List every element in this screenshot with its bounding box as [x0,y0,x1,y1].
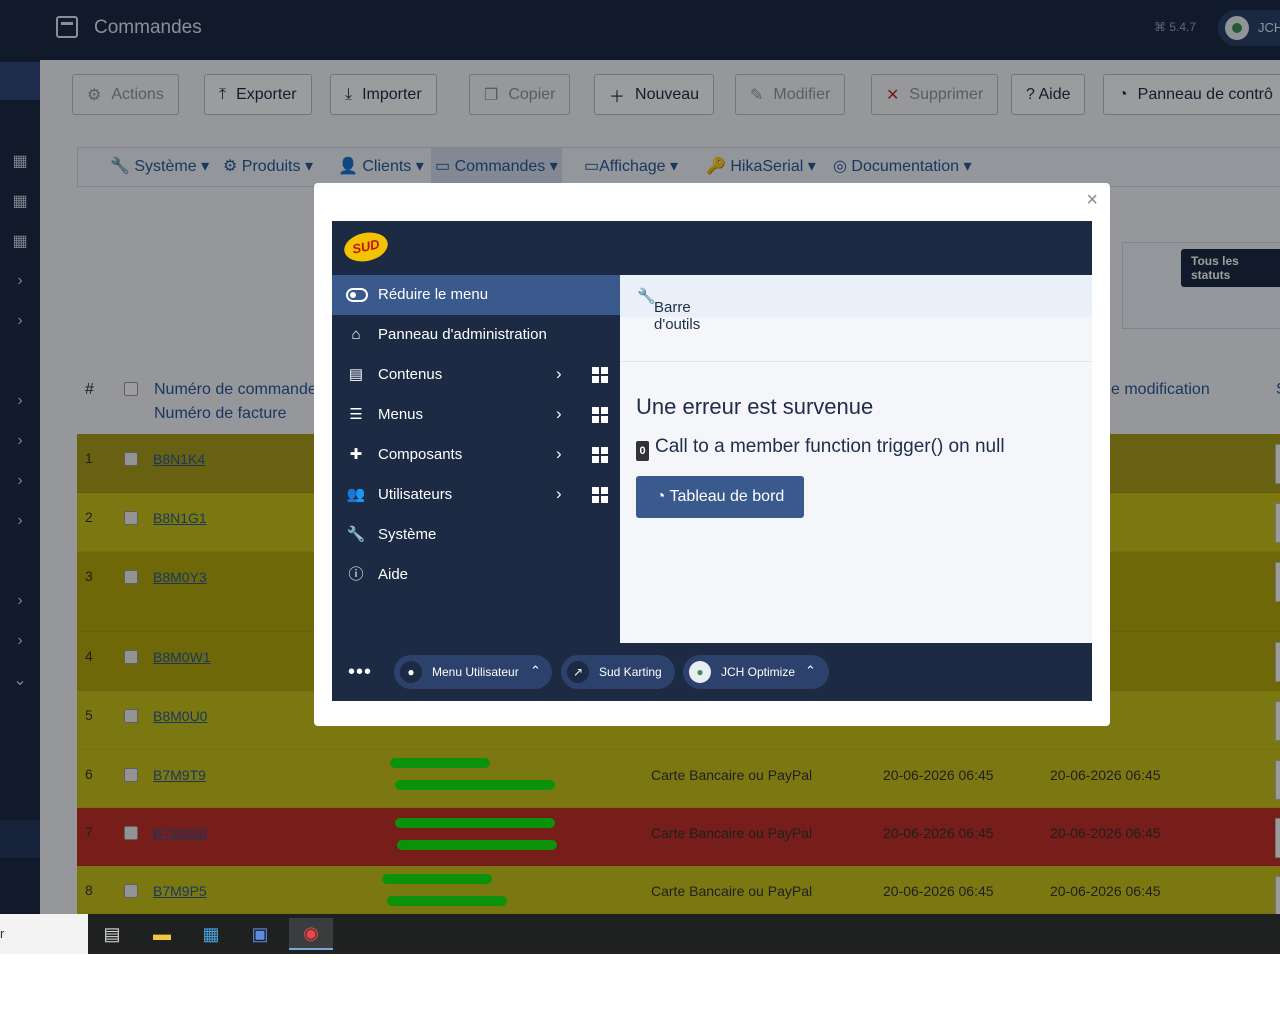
site-logo: SUD [341,228,391,266]
chevron-up-icon: ⌃ [530,663,541,678]
grid-icon[interactable] [592,487,608,503]
sidebar-item-label: Panneau d'administration [378,326,547,343]
sidebar-item[interactable]: ⌂ Panneau d'administration [332,315,620,355]
error-code: 0 [636,441,649,461]
toggle-icon [346,288,368,302]
file-explorer-icon[interactable]: ▬ [142,918,182,950]
sidebar-item[interactable]: ▤ Contenus › [332,355,620,395]
file-icon: ▤ [348,366,364,383]
error-modal: × SUD Réduire le menu ⌂ Panneau d'administ… [314,183,1110,726]
grid-icon[interactable] [592,407,608,423]
task-view-icon[interactable]: ▤ [92,918,132,950]
dashboard-button[interactable]: ◔ Tableau de bord [636,476,804,518]
info-icon: ⓘ [348,566,364,583]
error-content: Une erreur est survenue 0 Call to a membe… [620,361,1092,643]
screen: ▦ ▦ ▦ › › › › › › › › ⌄ Commandes ⌘ 5.4.… [0,0,1280,954]
admin-sidebar: SUD Réduire le menu ⌂ Panneau d'administra… [332,221,620,643]
user-menu-label: Menu Utilisateur [432,665,519,679]
users-icon: 👥 [346,486,366,503]
sidebar-item[interactable]: ☰ Menus › [332,395,620,435]
error-message-text: Call to a member function trigger() on n… [655,436,1005,457]
sidebar-item[interactable]: 🔧 Système [332,515,620,555]
sidebar-item-label: Aide [378,566,409,583]
user-icon: ● [400,661,422,683]
jch-icon: ● [689,661,711,683]
chrome-icon[interactable]: ◉ [289,918,333,950]
puzzle-icon: ✚ [349,446,363,463]
grid-icon[interactable] [592,447,608,463]
sidebar-item-label: Réduire le menu [378,286,489,303]
app-icon[interactable]: ▣ [240,918,280,950]
sidebar-item[interactable]: Réduire le menu [332,275,620,315]
chevron-up-icon: ⌃ [805,663,816,678]
chevron-right-icon[interactable]: › [556,364,562,384]
jch-optimize-label: JCH Optimize [721,665,796,679]
modal-frame: SUD Réduire le menu ⌂ Panneau d'administra… [332,221,1092,701]
sidebar-item[interactable]: ✚ Composants › [332,435,620,475]
toolbar-bar: Barre d'outils 🔧 [620,275,1092,333]
site-button[interactable]: ↗ Sud Karting [561,655,675,689]
sidebar-item-label: Utilisateurs [378,486,453,503]
user-menu-button[interactable]: ● Menu Utilisateur ⌃ [394,655,552,689]
more-icon[interactable]: ••• [348,661,372,684]
admin-footer: ••• ● Menu Utilisateur ⌃ ↗ Sud Karting ● JCH… [332,643,1092,701]
admin-header [620,221,1092,275]
sidebar-item-label: Système [378,526,437,543]
grid-icon[interactable] [592,367,608,383]
taskbar: r ▤ ▬ ▦ ▣ ◉ [0,914,1280,954]
error-title: Une erreur est survenue [636,394,874,419]
search-cursor: r [0,926,5,941]
sidebar-item-label: Contenus [378,366,443,383]
store-icon[interactable]: ▦ [191,918,231,950]
close-icon[interactable]: × [1086,189,1098,212]
wrench-icon: 🔧 [346,526,366,543]
taskbar-search[interactable]: r [0,914,88,954]
chevron-right-icon[interactable]: › [556,444,562,464]
sidebar-item-label: Menus [378,406,424,423]
chevron-right-icon[interactable]: › [556,404,562,424]
toolbar-bar-text: Barre d'outils [654,299,701,333]
toolbar-bar-label: Barre d'outils 🔧 [637,288,701,333]
list-icon: ☰ [349,406,363,423]
site-label: Sud Karting [599,665,662,679]
error-message: 0 Call to a member function trigger() on … [636,436,1005,461]
sidebar-item-label: Composants [378,446,463,463]
chevron-right-icon[interactable]: › [556,484,562,504]
dashboard-button-label: Tableau de bord [669,488,785,505]
sidebar-item[interactable]: ⓘ Aide [332,555,620,595]
sidebar-item[interactable]: 👥 Utilisateurs › [332,475,620,515]
jch-optimize-button[interactable]: ● JCH Optimize ⌃ [683,655,829,689]
external-link-icon: ↗ [567,661,589,683]
home-icon: ⌂ [351,326,361,343]
